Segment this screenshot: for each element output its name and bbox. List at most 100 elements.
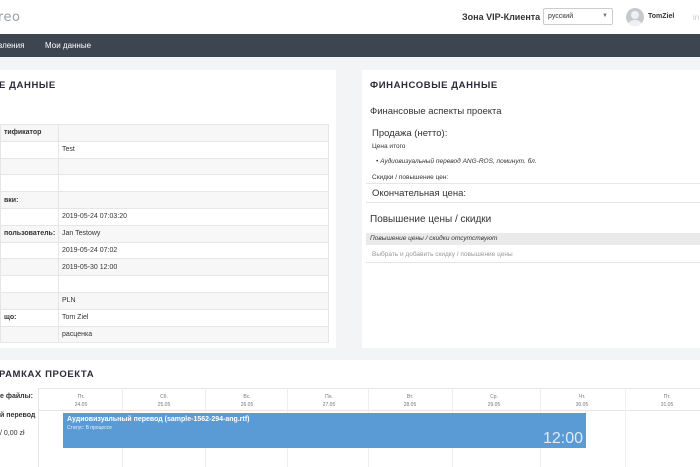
add-discount-select[interactable]: Выбрать и добавить скидку / повышение це… <box>366 247 700 263</box>
table-cell-value <box>58 275 329 293</box>
day-header: Пт. 24.05 <box>41 393 121 409</box>
discounts-section-title: Повышение цены / скидки <box>370 214 492 225</box>
discounts-label: Скидки / повышение цен: <box>372 174 449 181</box>
task-row-value: / 0,00 zł <box>0 430 25 437</box>
task-deadline-time: 12:00 <box>542 430 583 447</box>
day-date: 31.05 <box>660 402 674 408</box>
divider <box>38 410 700 411</box>
day-date: 24.05 <box>74 402 88 408</box>
avatar[interactable] <box>626 8 644 26</box>
day-name: Ср. <box>490 394 498 400</box>
language-select[interactable]: русский ▼ <box>543 8 613 25</box>
table-cell-key: вки: <box>0 191 59 209</box>
table-row: PLN <box>0 291 329 310</box>
price-total-label: Цена итого <box>372 143 406 150</box>
divider <box>366 183 700 184</box>
day-name: Вт. <box>406 394 414 400</box>
sale-net-label: Продажа (нетто): <box>372 128 448 139</box>
table-cell-key <box>0 258 59 277</box>
divider <box>38 388 700 389</box>
price-item: • Аудиовизуальный перевод ANG-ROS, помин… <box>376 158 537 165</box>
chevron-down-icon: ▼ <box>602 13 608 19</box>
table-cell-value: 2019-05-24 07:02 <box>58 241 329 260</box>
table-cell-value: расценка <box>58 325 329 344</box>
username[interactable]: TomZiel <box>648 13 674 20</box>
finance-panel: ФИНАНСОВЫЕ ДАННЫЕ Финансовые аспекты про… <box>362 70 700 348</box>
day-header: Чт. 30.05 <box>542 393 622 409</box>
day-name: Вс. <box>243 394 251 400</box>
top-bar: reo Зона VIP-Клиента русский ▼ TomZiel i… <box>0 0 700 34</box>
language-value: русский <box>548 13 574 20</box>
table-cell-value: Tom Ziel <box>58 308 329 327</box>
table-cell-key <box>0 291 59 310</box>
nav-item-my-data[interactable]: Мои данные <box>45 41 91 50</box>
table-cell-value: 2019-05-24 07:03:20 <box>58 207 329 226</box>
table-cell-key <box>0 174 59 193</box>
day-header: Ср. 29.05 <box>454 393 534 409</box>
project-data-table: тификатор Test вки: 2019-05-24 07:03:20 поль… <box>0 124 329 344</box>
day-date: 28.05 <box>403 402 417 408</box>
table-cell-key: тификатор <box>0 124 59 142</box>
table-row: 2019-05-24 07:02 <box>0 241 329 260</box>
day-date: 25.05 <box>157 402 171 408</box>
day-date: 29.05 <box>487 402 501 408</box>
table-cell-key <box>0 275 59 293</box>
timeline-title: РАМКАХ ПРОЕКТА <box>0 369 95 380</box>
day-date: 26.05 <box>240 402 254 408</box>
timeline-panel: РАМКАХ ПРОЕКТА е файлы: й перевод / 0,00… <box>0 360 700 467</box>
day-header: Пн. 27.05 <box>289 393 369 409</box>
table-cell-key: що: <box>0 308 59 327</box>
divider <box>38 388 39 467</box>
table-row <box>0 275 329 293</box>
nav-item-management[interactable]: вления <box>0 41 24 50</box>
day-date: 27.05 <box>322 402 336 408</box>
day-header: Сб. 25.05 <box>124 393 204 409</box>
table-cell-value: 2019-05-30 12:00 <box>58 258 329 277</box>
table-row: расценка <box>0 325 329 344</box>
table-cell-key <box>0 157 59 176</box>
day-name: Пт. <box>663 394 671 400</box>
table-cell-key <box>0 325 59 344</box>
day-name: Пн. <box>325 394 333 400</box>
table-cell-value: Test <box>58 140 329 159</box>
project-data-panel: Е ДАННЫЕ тификатор Test вки: 2019-05-24 07:… <box>0 70 336 348</box>
table-row: вки: <box>0 191 329 209</box>
day-name: Сб. <box>160 394 168 400</box>
day-name: Пт. <box>77 394 85 400</box>
main-nav: вления Мои данные <box>0 34 700 57</box>
task-bar[interactable]: Аудиовизуальный перевод (sample-1562-294… <box>63 413 586 448</box>
task-status: Статус: В процессе <box>67 425 112 431</box>
table-cell-value: Jan Testowy <box>58 224 329 243</box>
day-header: Вс. 26.05 <box>207 393 287 409</box>
table-row <box>0 157 329 176</box>
table-row: пользователь: Jan Testowy <box>0 224 329 243</box>
project-data-title: Е ДАННЫЕ <box>0 80 56 91</box>
table-cell-value: PLN <box>58 291 329 310</box>
final-price-label: Окончательная цена: <box>372 188 467 199</box>
table-cell-key: пользователь: <box>0 224 59 243</box>
table-cell-key <box>0 241 59 260</box>
table-row: що: Tom Ziel <box>0 308 329 327</box>
table-cell-value <box>58 124 329 142</box>
logo[interactable]: reo <box>0 10 21 25</box>
table-row: 2019-05-30 12:00 <box>0 258 329 277</box>
table-cell-value <box>58 191 329 209</box>
table-row: 2019-05-24 07:03:20 <box>0 207 329 226</box>
day-header: Вт. 28.05 <box>370 393 450 409</box>
task-row-label: й перевод <box>0 412 36 419</box>
table-cell-key <box>0 140 59 159</box>
table-cell-key <box>0 207 59 226</box>
table-cell-value <box>58 157 329 176</box>
files-label: е файлы: <box>0 393 33 400</box>
day-name: Чт. <box>578 394 586 400</box>
finance-title: ФИНАНСОВЫЕ ДАННЫЕ <box>370 80 498 91</box>
day-separator <box>625 388 626 467</box>
logout-link[interactable]: in <box>693 13 699 22</box>
table-cell-value <box>58 174 329 193</box>
no-discounts-message: Повышение цены / скидки отсутствуют <box>366 233 700 245</box>
divider <box>366 202 700 203</box>
table-row: Test <box>0 140 329 159</box>
day-header: Пт. 31.05 <box>627 393 700 409</box>
finance-subtitle: Финансовые аспекты проекта <box>370 106 502 117</box>
table-row <box>0 174 329 193</box>
